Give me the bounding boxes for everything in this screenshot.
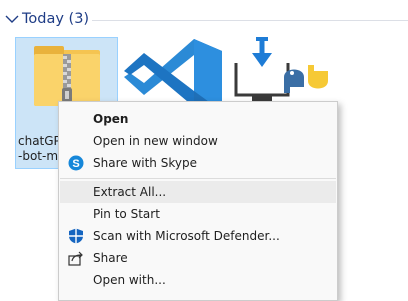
menu-item-label: Share [93,251,128,265]
vscode-icon [124,39,222,107]
menu-item-pin-to-start[interactable]: Pin to Start [60,203,336,225]
menu-item-open-new-window[interactable]: Open in new window [60,130,336,152]
context-menu: Open Open in new window S Share with Sky… [58,101,338,301]
group-title: Today (3) [22,11,90,27]
file-item-vscode[interactable] [122,37,227,107]
share-icon [68,251,83,266]
menu-item-scan-defender[interactable]: Scan with Microsoft Defender... [60,225,336,247]
menu-item-label: Scan with Microsoft Defender... [93,229,280,243]
skype-icon: S [68,155,84,171]
defender-shield-icon [69,228,83,244]
menu-item-open[interactable]: Open [60,108,336,130]
python-installer-icon [234,37,328,101]
menu-item-label: Open [93,112,129,126]
menu-item-share-skype[interactable]: S Share with Skype [60,152,336,174]
zip-folder-icon [34,46,100,106]
menu-item-label: Open in new window [93,134,218,148]
menu-item-extract-all[interactable]: Extract All... [60,181,336,203]
menu-item-open-with[interactable]: Open with... [60,269,336,291]
menu-separator [60,178,336,179]
menu-item-label: Open with... [93,273,166,287]
menu-item-label: Pin to Start [93,207,160,221]
group-header[interactable]: Today (3) [0,0,408,40]
chevron-down-icon[interactable] [5,14,19,24]
svg-text:S: S [72,158,79,170]
file-item-python-installer[interactable] [228,37,333,107]
group-divider [92,20,408,21]
menu-item-label: Extract All... [93,185,167,199]
menu-item-share[interactable]: Share [60,247,336,269]
menu-item-label: Share with Skype [93,156,197,170]
